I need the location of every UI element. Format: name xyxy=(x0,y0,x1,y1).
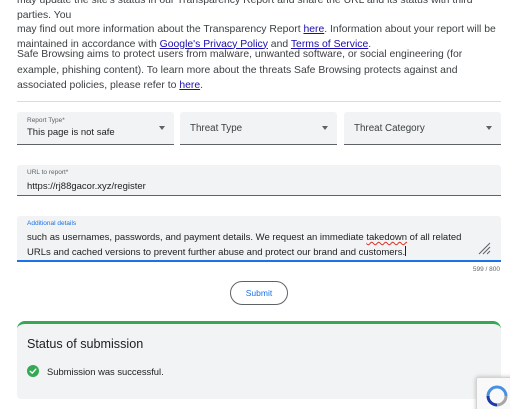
submit-button[interactable]: Submit xyxy=(230,281,288,305)
status-message: Submission was successful. xyxy=(47,365,164,377)
additional-details-textarea[interactable]: Additional details such as usernames, pa… xyxy=(17,216,501,262)
report-type-select[interactable]: Report Type* This page is not safe xyxy=(17,112,174,145)
safe-browsing-end: . xyxy=(200,80,203,91)
check-circle-icon xyxy=(27,365,39,377)
transparency-report-link[interactable]: here xyxy=(303,24,324,35)
text-caret xyxy=(405,245,407,256)
intro-text: may update the site's status in our Tran… xyxy=(17,0,503,52)
recaptcha-logo-icon xyxy=(486,385,508,407)
additional-details-label: Additional details xyxy=(27,220,77,227)
submission-status-card: Status of submission Submission was succ… xyxy=(17,321,501,399)
safe-browsing-body: Safe Browsing aims to protect users from… xyxy=(17,49,463,91)
report-type-label: Report Type* xyxy=(27,117,65,124)
url-field[interactable]: URL to report* https://rj88gacor.xyz/reg… xyxy=(17,165,501,196)
misspelled-word: takedown xyxy=(366,232,408,243)
additional-details-value: such as usernames, passwords, and paymen… xyxy=(27,231,489,260)
safe-browsing-policies-link[interactable]: here xyxy=(179,80,200,91)
intro-line-2-end: . Information about your report will be xyxy=(324,24,496,35)
character-counter: 599 / 800 xyxy=(472,266,500,273)
url-field-label: URL to report* xyxy=(27,169,69,176)
url-field-value: https://rj88gacor.xyz/register xyxy=(27,181,146,192)
intro-line-2: may find out more information about the … xyxy=(17,24,304,35)
chevron-down-icon xyxy=(159,126,165,130)
threat-category-placeholder: Threat Category xyxy=(354,123,425,134)
details-text-start: such as usernames, passwords, and paymen… xyxy=(27,232,367,243)
threat-category-select[interactable]: Threat Category xyxy=(344,112,501,145)
chevron-down-icon xyxy=(322,126,328,130)
intro-line-1: may update the site's status in our Tran… xyxy=(17,0,473,21)
threat-type-select[interactable]: Threat Type xyxy=(180,112,337,145)
report-type-value: This page is not safe xyxy=(27,127,115,138)
status-title: Status of submission xyxy=(27,337,144,351)
resize-handle-icon[interactable] xyxy=(477,241,491,255)
recaptcha-badge[interactable] xyxy=(476,377,510,409)
chevron-down-icon xyxy=(486,126,492,130)
safe-browsing-text: Safe Browsing aims to protect users from… xyxy=(17,47,503,94)
threat-type-placeholder: Threat Type xyxy=(190,123,243,134)
status-row: Submission was successful. xyxy=(27,364,164,378)
section-divider xyxy=(17,101,501,102)
